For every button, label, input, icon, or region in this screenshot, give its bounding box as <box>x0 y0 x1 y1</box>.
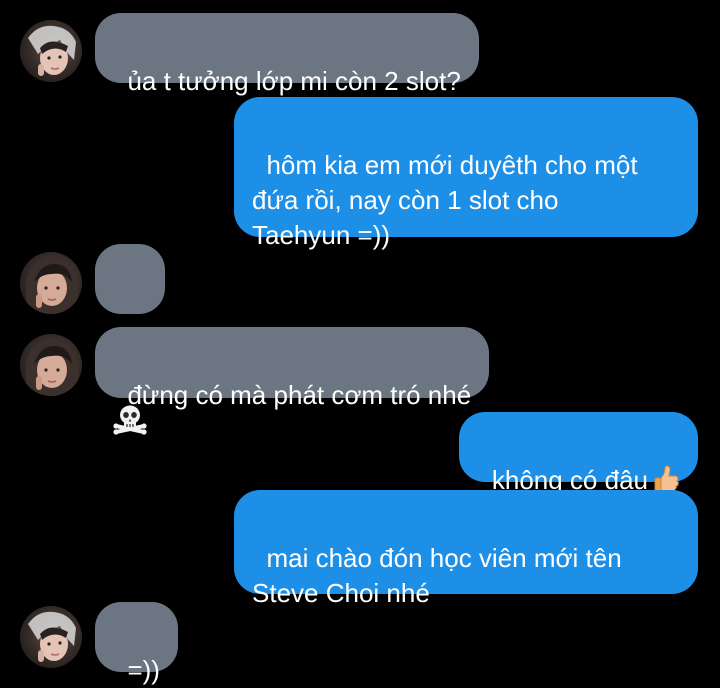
contact-avatar[interactable] <box>20 252 82 314</box>
outgoing-message[interactable]: không có đâu <box>459 412 698 495</box>
message-text: ủa t tưởng lớp mi còn 2 slot? <box>127 66 461 96</box>
message-text: đừng có mà phát cơm tró nhé <box>127 380 472 410</box>
outgoing-message[interactable]: hôm kia em mới duyêth cho một đứa rồi, n… <box>234 97 698 250</box>
contact-avatar[interactable] <box>20 334 82 396</box>
incoming-message[interactable]: ủa t tưởng lớp mi còn 2 slot? <box>95 13 479 96</box>
incoming-message[interactable]: đừng có mà phát cơm tró nhé <box>95 327 490 410</box>
contact-avatar[interactable] <box>20 20 82 82</box>
outgoing-message[interactable]: mai chào đón học viên mới tên Steve Choi… <box>234 490 698 608</box>
message-text: =)) <box>127 655 160 685</box>
incoming-message[interactable]: =)) <box>95 602 178 685</box>
avatar-photo-icon <box>26 340 78 396</box>
avatar-photo-icon <box>26 258 78 314</box>
message-text: mai chào đón học viên mới tên Steve Choi… <box>252 543 622 608</box>
avatar-photo-icon <box>28 25 76 76</box>
contact-avatar[interactable] <box>20 606 82 668</box>
incoming-message[interactable] <box>95 244 165 435</box>
avatar-photo-icon <box>28 611 76 662</box>
message-text: hôm kia em mới duyêth cho một đứa rồi, n… <box>252 150 638 250</box>
